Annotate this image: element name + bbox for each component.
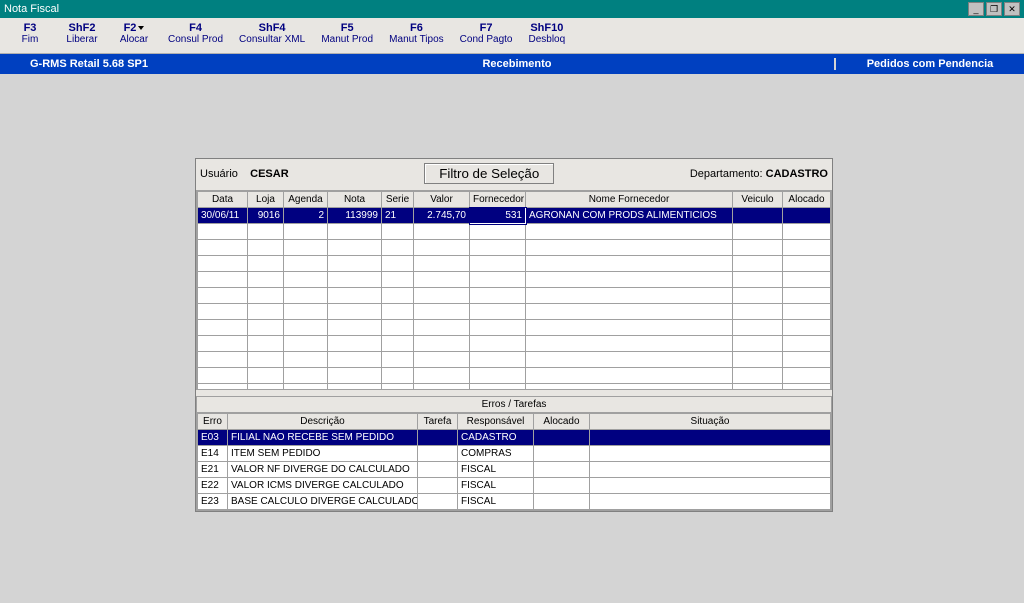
table-row[interactable] <box>198 368 831 384</box>
tool-alocar[interactable]: F2 Alocar <box>108 20 160 47</box>
tool-desbloq[interactable]: ShF10 Desbloq <box>520 20 573 47</box>
tool-manut-prod[interactable]: F5 Manut Prod <box>313 20 381 47</box>
table-row[interactable]: E03FILIAL NAO RECEBE SEM PEDIDOCADASTRO <box>198 430 831 446</box>
window-buttons: _ ❐ ✕ <box>968 2 1020 16</box>
col-alocado[interactable]: Alocado <box>783 192 831 208</box>
col-nome-fornecedor[interactable]: Nome Fornecedor <box>526 192 733 208</box>
table-row[interactable]: E22VALOR ICMS DIVERGE CALCULADOFISCAL <box>198 478 831 494</box>
tool-consultar-xml[interactable]: ShF4 Consultar XML <box>231 20 313 47</box>
receipts-grid[interactable]: Data Loja Agenda Nota Serie Valor Fornec… <box>196 190 832 390</box>
col-fornecedor[interactable]: Fornecedor <box>470 192 526 208</box>
col-serie[interactable]: Serie <box>382 192 414 208</box>
col-data[interactable]: Data <box>198 192 248 208</box>
col-situacao[interactable]: Situação <box>590 414 831 430</box>
dept-label: Departamento: <box>690 168 763 180</box>
close-button[interactable]: ✕ <box>1004 2 1020 16</box>
toolbar: F3 Fim ShF2 Liberar F2 Alocar F4 Consul … <box>0 18 1024 54</box>
table-row[interactable] <box>198 384 831 391</box>
grid2-header-row: Erro Descrição Tarefa Responsável Alocad… <box>198 414 831 430</box>
tool-manut-tipos[interactable]: F6 Manut Tipos <box>381 20 451 47</box>
user-value: CESAR <box>250 168 289 180</box>
table-row[interactable] <box>198 352 831 368</box>
table-row[interactable] <box>198 336 831 352</box>
window-title: Nota Fiscal <box>4 3 59 15</box>
grid1-header-row: Data Loja Agenda Nota Serie Valor Fornec… <box>198 192 831 208</box>
tool-liberar[interactable]: ShF2 Liberar <box>56 20 108 47</box>
col-alocado2[interactable]: Alocado <box>534 414 590 430</box>
status-bar: G-RMS Retail 5.68 SP1 Recebimento Pedido… <box>0 54 1024 74</box>
dept-value: CADASTRO <box>766 168 828 180</box>
table-row[interactable] <box>198 240 831 256</box>
col-veiculo[interactable]: Veiculo <box>733 192 783 208</box>
col-erro[interactable]: Erro <box>198 414 228 430</box>
table-row[interactable] <box>198 272 831 288</box>
errors-section-title: Erros / Tarefas <box>196 396 832 412</box>
filter-button[interactable]: Filtro de Seleção <box>424 163 554 184</box>
col-nota[interactable]: Nota <box>328 192 382 208</box>
table-row[interactable] <box>198 224 831 240</box>
table-row[interactable]: E14ITEM SEM PEDIDOCOMPRAS <box>198 446 831 462</box>
minimize-button[interactable]: _ <box>968 2 984 16</box>
main-panel: Usuário CESAR Filtro de Seleção Departam… <box>195 158 833 512</box>
panel-header: Usuário CESAR Filtro de Seleção Departam… <box>196 159 832 190</box>
col-descricao[interactable]: Descrição <box>228 414 418 430</box>
tool-consul-prod[interactable]: F4 Consul Prod <box>160 20 231 47</box>
table-row[interactable] <box>198 320 831 336</box>
table-row[interactable]: 30/06/1190162113999212.745,70531AGRONAN … <box>198 208 831 224</box>
col-valor[interactable]: Valor <box>414 192 470 208</box>
pending-orders-label[interactable]: Pedidos com Pendencia <box>834 58 1024 70</box>
table-row[interactable]: E23BASE CALCULO DIVERGE CALCULADOFISCAL <box>198 494 831 510</box>
errors-grid[interactable]: Erro Descrição Tarefa Responsável Alocad… <box>196 412 832 511</box>
tool-cond-pagto[interactable]: F7 Cond Pagto <box>452 20 521 47</box>
tool-fim[interactable]: F3 Fim <box>4 20 56 47</box>
chevron-down-icon <box>138 26 144 30</box>
user-label: Usuário <box>200 168 238 180</box>
table-row[interactable] <box>198 304 831 320</box>
maximize-button[interactable]: ❐ <box>986 2 1002 16</box>
table-row[interactable]: E21VALOR NF DIVERGE DO CALCULADOFISCAL <box>198 462 831 478</box>
col-responsavel[interactable]: Responsável <box>458 414 534 430</box>
col-loja[interactable]: Loja <box>248 192 284 208</box>
table-row[interactable] <box>198 256 831 272</box>
col-tarefa[interactable]: Tarefa <box>418 414 458 430</box>
screen-title: Recebimento <box>200 58 834 70</box>
col-agenda[interactable]: Agenda <box>284 192 328 208</box>
table-row[interactable] <box>198 288 831 304</box>
title-bar: Nota Fiscal _ ❐ ✕ <box>0 0 1024 18</box>
app-version: G-RMS Retail 5.68 SP1 <box>0 58 200 70</box>
